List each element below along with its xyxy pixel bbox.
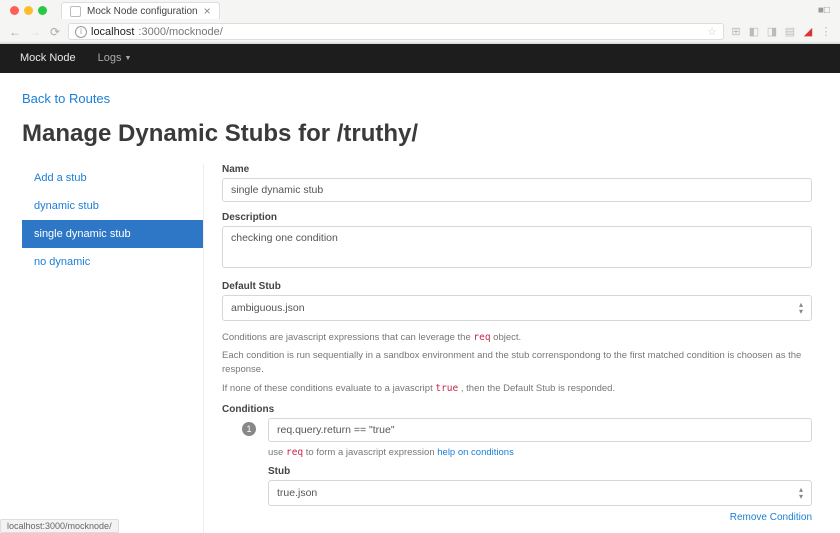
tab-title: Mock Node configuration <box>87 6 198 17</box>
favicon-icon <box>70 6 81 17</box>
site-info-icon[interactable]: i <box>75 26 87 38</box>
brand[interactable]: Mock Node <box>20 52 76 64</box>
condition-stub-value: true.json <box>277 487 317 499</box>
condition-stub-select[interactable]: true.json ▴▾ <box>268 480 812 506</box>
url-host: localhost <box>91 26 134 38</box>
condition-hint: use req to form a javascript expression … <box>268 446 812 460</box>
stub-sidebar: Add a stub dynamic stub single dynamic s… <box>22 164 204 533</box>
chevron-down-icon: ▼ <box>125 55 132 62</box>
extension-badge: ■□ <box>818 5 834 16</box>
nav-logs-dropdown[interactable]: Logs ▼ <box>98 52 132 64</box>
back-to-routes-link[interactable]: Back to Routes <box>22 91 818 106</box>
address-bar-row: ← → ⟳ i localhost :3000/mocknode/ ☆ ⊞ ◧ ◨… <box>0 21 840 43</box>
sidebar-item-no-dynamic[interactable]: no dynamic <box>22 248 203 276</box>
app-navbar: Mock Node Logs ▼ <box>0 44 840 73</box>
ext-icon-3[interactable]: ◨ <box>766 25 778 38</box>
toolbar-extensions: ⊞ ◧ ◨ ▤ ◢ ⋮ <box>730 25 832 38</box>
help-text-1: Conditions are javascript expressions th… <box>222 331 812 345</box>
description-textarea[interactable]: checking one condition <box>222 226 812 268</box>
window-controls <box>6 6 51 15</box>
bookmark-icon[interactable]: ☆ <box>707 25 717 38</box>
forward-icon: → <box>28 25 42 39</box>
ext-icon-1[interactable]: ⊞ <box>730 25 742 38</box>
sidebar-item-single-dynamic-stub[interactable]: single dynamic stub <box>22 220 203 248</box>
help-on-conditions-link[interactable]: help on conditions <box>437 447 514 458</box>
default-stub-label: Default Stub <box>222 281 812 292</box>
ext-icon-5[interactable]: ◢ <box>802 25 814 38</box>
stub-label: Stub <box>268 466 812 477</box>
select-arrows-icon: ▴▾ <box>799 301 803 315</box>
sidebar-item-dynamic-stub[interactable]: dynamic stub <box>22 192 203 220</box>
minimize-window-icon[interactable] <box>24 6 33 15</box>
ext-icon-2[interactable]: ◧ <box>748 25 760 38</box>
maximize-window-icon[interactable] <box>38 6 47 15</box>
browser-tab[interactable]: Mock Node configuration × <box>61 2 220 19</box>
conditions-label: Conditions <box>222 404 812 415</box>
sidebar-item-add-stub[interactable]: Add a stub <box>22 164 203 192</box>
reload-icon[interactable]: ⟳ <box>48 25 62 39</box>
condition-row: 1 use req to form a javascript expressio… <box>222 418 812 523</box>
browser-tab-strip: Mock Node configuration × ■□ <box>0 0 840 21</box>
nav-logs-label: Logs <box>98 52 122 64</box>
help-text-2: Each condition is run sequentially in a … <box>222 349 812 378</box>
page-title: Manage Dynamic Stubs for /truthy/ <box>22 120 818 148</box>
default-stub-select[interactable]: ambiguous.json ▴▾ <box>222 295 812 321</box>
back-icon[interactable]: ← <box>8 25 22 39</box>
url-path: :3000/mocknode/ <box>138 26 222 38</box>
close-tab-icon[interactable]: × <box>204 5 211 17</box>
ext-icon-4[interactable]: ▤ <box>784 25 796 38</box>
address-bar[interactable]: i localhost :3000/mocknode/ ☆ <box>68 23 724 40</box>
name-input[interactable] <box>222 178 812 202</box>
browser-status-bar: localhost:3000/mocknode/ <box>0 519 119 533</box>
menu-icon[interactable]: ⋮ <box>820 25 832 38</box>
description-label: Description <box>222 212 812 223</box>
name-label: Name <box>222 164 812 175</box>
default-stub-value: ambiguous.json <box>231 302 305 314</box>
help-text-3: If none of these conditions evaluate to … <box>222 382 812 396</box>
condition-expression-input[interactable] <box>268 418 812 442</box>
stub-form: Name Description checking one condition … <box>222 164 818 533</box>
close-window-icon[interactable] <box>10 6 19 15</box>
select-arrows-icon: ▴▾ <box>799 486 803 500</box>
condition-index-badge: 1 <box>242 422 256 436</box>
remove-condition-link[interactable]: Remove Condition <box>730 512 812 523</box>
